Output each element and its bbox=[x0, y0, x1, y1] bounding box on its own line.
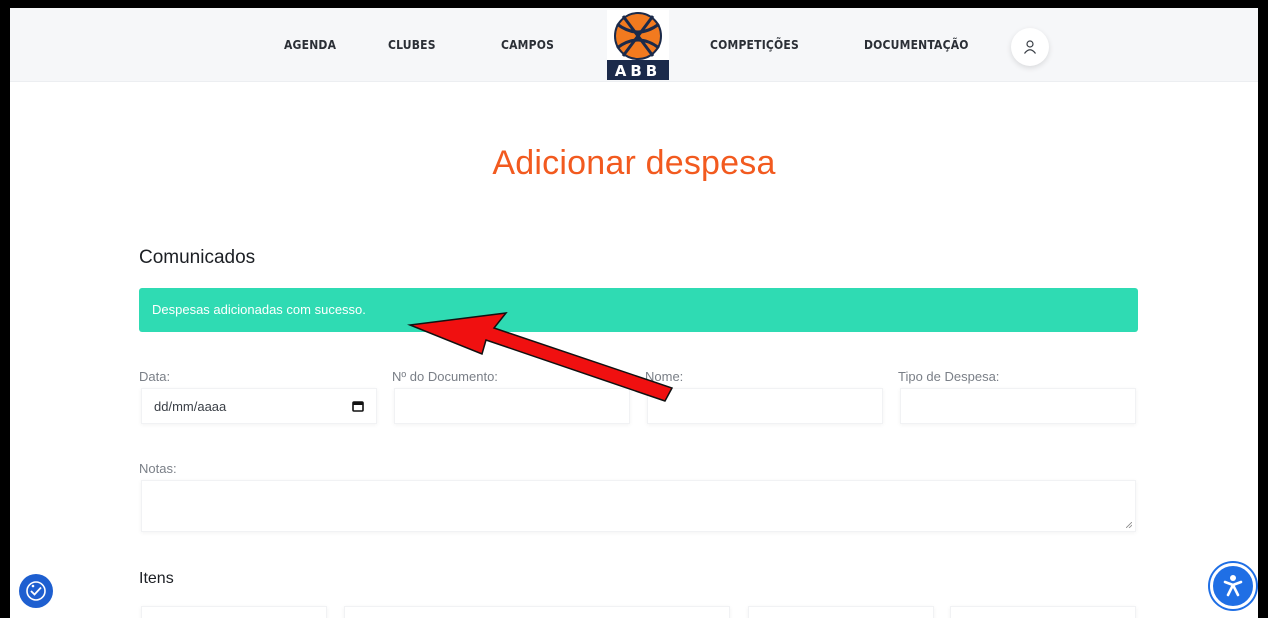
browser-viewport: AGENDA CLUBES CAMPOS ABB COMPETIÇÕES DOC… bbox=[10, 8, 1258, 618]
data-placeholder: dd/mm/aaaa bbox=[154, 398, 227, 414]
resize-grip-icon[interactable] bbox=[1126, 522, 1132, 528]
documento-input[interactable] bbox=[394, 388, 630, 424]
nav-agenda[interactable]: AGENDA bbox=[284, 38, 336, 52]
calendar-icon[interactable] bbox=[352, 400, 364, 412]
accessibility-settings-button[interactable] bbox=[19, 574, 53, 608]
nome-label: Nome: bbox=[645, 369, 684, 384]
basketball-logo: ABB bbox=[607, 10, 669, 80]
item-field-4[interactable] bbox=[950, 606, 1136, 618]
itens-heading: Itens bbox=[139, 570, 174, 587]
abb-logo[interactable]: ABB bbox=[607, 10, 669, 80]
comunicados-heading: Comunicados bbox=[139, 247, 256, 268]
item-field-1[interactable] bbox=[141, 606, 327, 618]
tipo-despesa-label: Tipo de Despesa: bbox=[898, 369, 1000, 384]
accessibility-button[interactable] bbox=[1210, 563, 1256, 609]
user-icon bbox=[1024, 40, 1036, 54]
site-header: AGENDA CLUBES CAMPOS ABB COMPETIÇÕES DOC… bbox=[10, 8, 1258, 82]
page-title: Adicionar despesa bbox=[492, 144, 776, 182]
nome-input[interactable] bbox=[647, 388, 883, 424]
notas-label: Notas: bbox=[139, 461, 177, 476]
notas-textarea[interactable] bbox=[141, 480, 1136, 532]
data-input[interactable]: dd/mm/aaaa bbox=[141, 388, 377, 424]
tipo-despesa-input[interactable] bbox=[900, 388, 1136, 424]
logo-text: ABB bbox=[615, 62, 661, 80]
nav-documentacao[interactable]: DOCUMENTAÇÃO bbox=[864, 38, 969, 52]
a11y-settings-icon bbox=[26, 581, 46, 601]
accessibility-icon bbox=[1223, 575, 1243, 597]
nav-competicoes[interactable]: COMPETIÇÕES bbox=[710, 38, 799, 52]
documento-label: Nº do Documento: bbox=[392, 369, 498, 384]
data-label: Data: bbox=[139, 369, 171, 384]
item-field-3[interactable] bbox=[748, 606, 934, 618]
success-alert: Despesas adicionadas com sucesso. bbox=[139, 288, 1138, 332]
nav-clubes[interactable]: CLUBES bbox=[388, 38, 436, 52]
user-account-button[interactable] bbox=[1011, 28, 1049, 66]
item-field-2[interactable] bbox=[344, 606, 730, 618]
nav-campos[interactable]: CAMPOS bbox=[501, 38, 554, 52]
